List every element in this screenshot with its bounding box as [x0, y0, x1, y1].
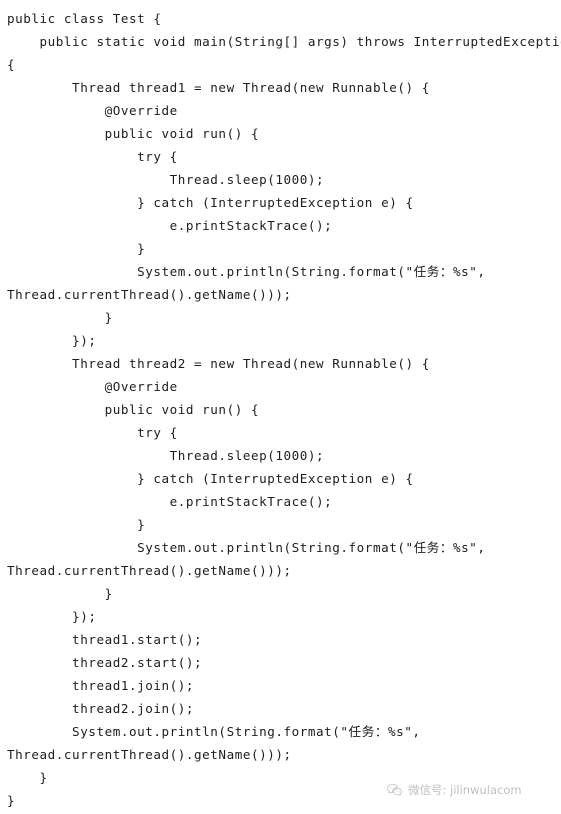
code-line: public void run() { [7, 402, 260, 417]
code-line: Thread thread1 = new Thread(new Runnable… [7, 80, 430, 95]
code-line: e.printStackTrace(); [7, 494, 333, 509]
code-line: } catch (InterruptedException e) { [7, 195, 414, 210]
code-listing: public class Test { public static void m… [0, 0, 561, 812]
code-line: thread2.start(); [7, 655, 203, 670]
code-line: @Override [7, 379, 178, 394]
watermark-text: 微信号: jilinwulacom [408, 783, 522, 797]
code-line: }); [7, 333, 97, 348]
code-line: System.out.println(String.format("任务：%s"… [7, 724, 421, 739]
code-line: thread1.start(); [7, 632, 203, 647]
code-line: } [7, 586, 113, 601]
code-line: e.printStackTrace(); [7, 218, 333, 233]
code-line: Thread.currentThread().getName())); [7, 287, 292, 302]
code-line: public static void main(String[] args) t… [7, 34, 561, 49]
code-line: { [7, 57, 16, 72]
code-line: @Override [7, 103, 178, 118]
code-line: Thread thread2 = new Thread(new Runnable… [7, 356, 430, 371]
code-line: } [7, 517, 146, 532]
code-line: System.out.println(String.format("任务：%s"… [7, 540, 486, 555]
code-line: System.out.println(String.format("任务：%s"… [7, 264, 486, 279]
code-line: try { [7, 149, 178, 164]
code-line: thread2.join(); [7, 701, 195, 716]
code-line: thread1.join(); [7, 678, 195, 693]
code-line: }); [7, 609, 97, 624]
code-line: public void run() { [7, 126, 260, 141]
code-line: Thread.currentThread().getName())); [7, 563, 292, 578]
code-line: Thread.sleep(1000); [7, 448, 325, 463]
wechat-icon [387, 784, 402, 796]
code-line: } [7, 310, 113, 325]
code-line: try { [7, 425, 178, 440]
code-line: } catch (InterruptedException e) { [7, 471, 414, 486]
code-line: Thread.sleep(1000); [7, 172, 325, 187]
code-line: public class Test { [7, 11, 162, 26]
watermark: 微信号: jilinwulacom [386, 782, 522, 799]
code-line: } [7, 241, 146, 256]
code-line: Thread.currentThread().getName())); [7, 747, 292, 762]
